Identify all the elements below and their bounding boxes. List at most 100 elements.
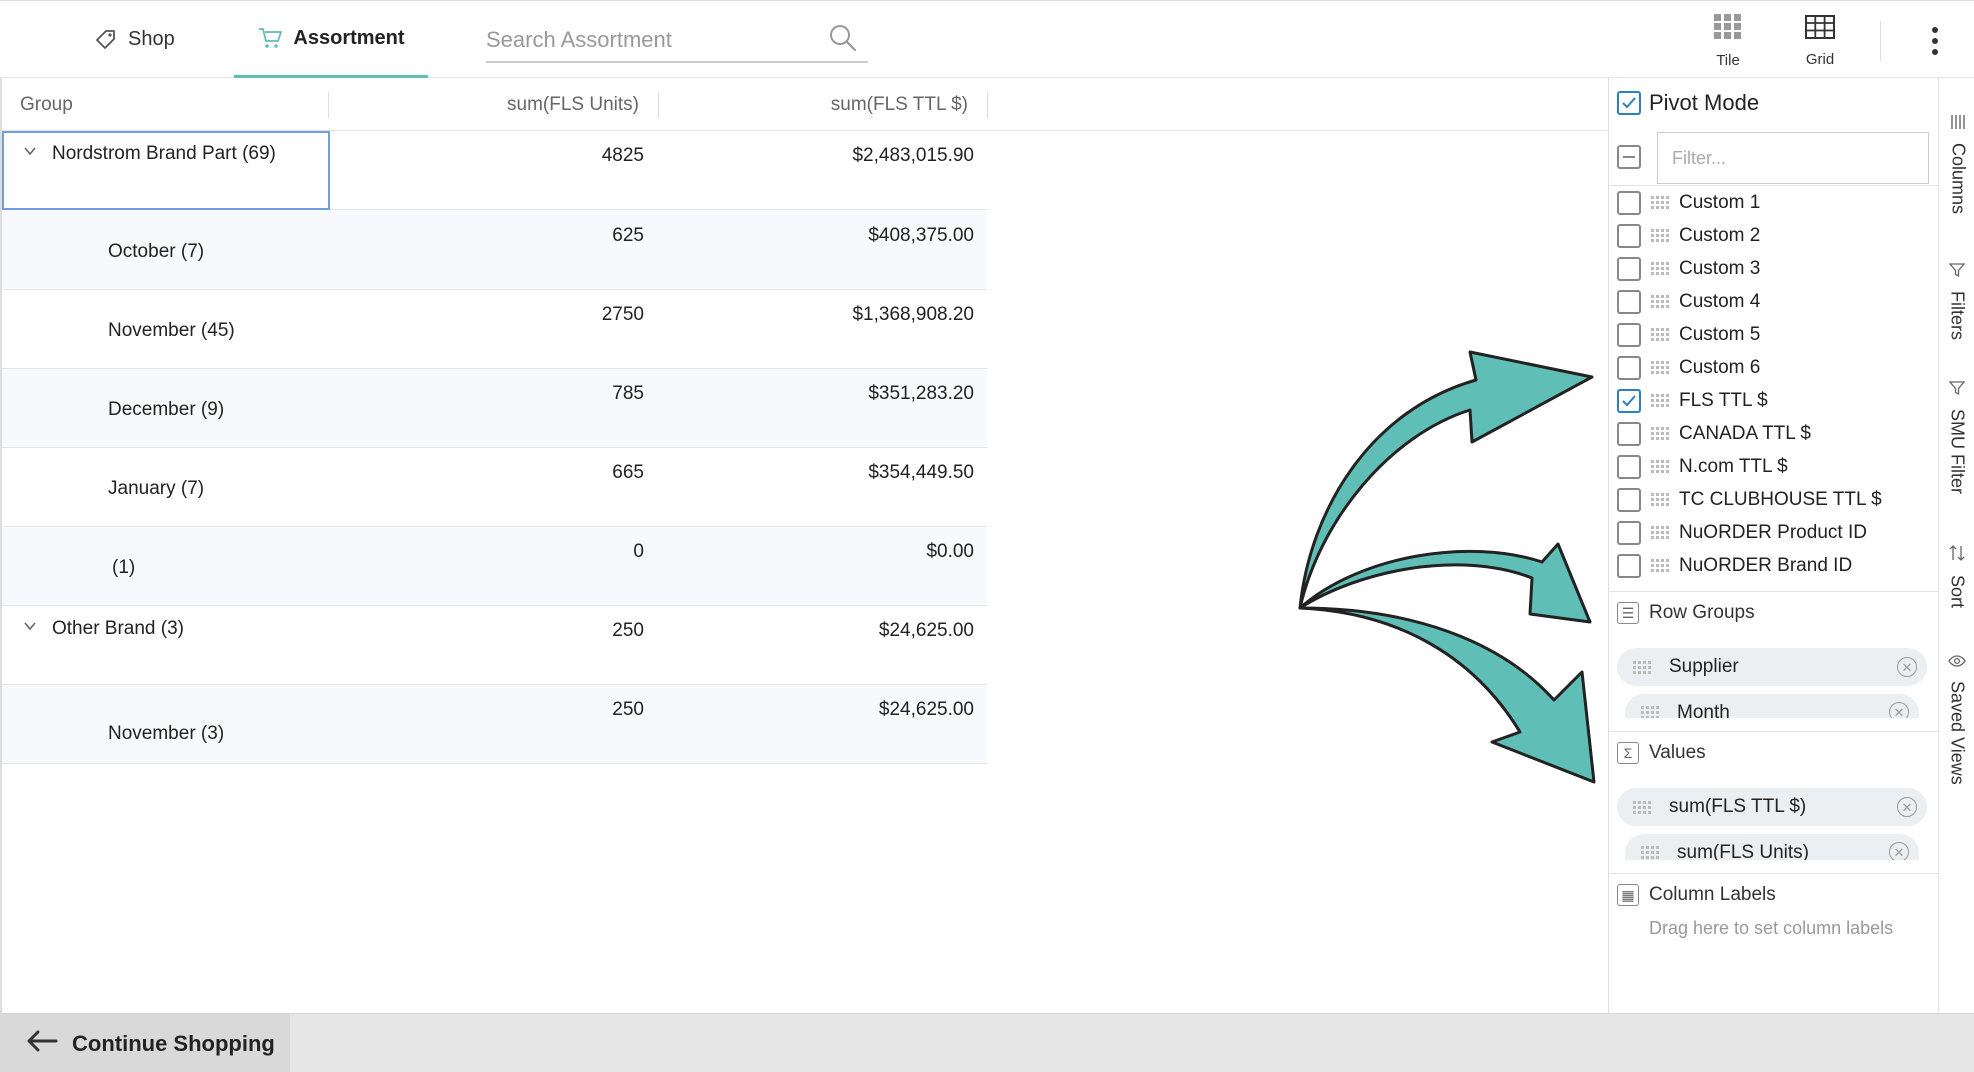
select-all-checkbox[interactable] [1617,145,1641,169]
search-input[interactable] [486,27,816,53]
drag-handle-icon[interactable] [1651,196,1669,209]
drag-handle-icon[interactable] [1651,361,1669,374]
remove-icon[interactable]: ✕ [1897,797,1917,817]
table-row[interactable]: November (3) 250 $24,625.00 [2,685,987,764]
column-checkbox[interactable] [1617,487,1641,512]
drag-handle-icon[interactable] [1651,460,1669,473]
side-tab-filters-label: Filters [1947,291,1968,340]
column-item-label: TC CLUBHOUSE TTL $ [1679,488,1882,510]
pivot-mode-checkbox[interactable] [1617,91,1641,115]
table-row[interactable]: December (9) 785 $351,283.20 [2,369,987,448]
chevron-down-icon[interactable] [22,143,38,165]
column-checkbox[interactable] [1617,421,1641,446]
column-checkbox[interactable] [1617,289,1641,314]
drag-handle-icon[interactable] [1651,262,1669,275]
column-list-item[interactable]: TC CLUBHOUSE TTL $ [1609,483,1939,516]
column-labels-drop-hint: Drag here to set column labels [1649,918,1894,938]
ttl-cell: $408,375.00 [868,225,974,246]
pivot-mode-toggle[interactable]: Pivot Mode [1617,90,1759,116]
column-labels-icon: ▦ [1617,884,1639,906]
units-cell: 4825 [601,145,644,166]
column-checkbox[interactable] [1617,520,1641,545]
drag-handle-icon[interactable] [1651,559,1669,572]
column-resize-handle[interactable] [658,92,659,118]
table-row[interactable]: (1) 0 $0.00 [2,527,987,606]
group-cell: Nordstrom Brand Part (69) [22,143,276,165]
table-row[interactable]: January (7) 665 $354,449.50 [2,448,987,527]
column-header-fls-units[interactable]: sum(FLS Units) [332,78,639,131]
side-tab-smu-filter-label: SMU Filter [1947,409,1968,494]
column-list-item[interactable]: Custom 2 [1609,219,1939,252]
chevron-down-icon[interactable] [22,618,38,640]
more-options-icon[interactable] [1920,23,1950,59]
column-filter-input[interactable] [1657,132,1929,184]
tab-assortment[interactable]: Assortment [234,1,428,78]
table-row[interactable]: Other Brand (3) 250 $24,625.00 [2,606,987,685]
column-resize-handle[interactable] [987,92,988,118]
drag-handle-icon[interactable] [1641,846,1659,859]
column-checkbox[interactable] [1617,190,1641,215]
drag-handle-icon[interactable] [1633,800,1651,814]
drag-handle-icon[interactable] [1651,328,1669,341]
group-label: November (3) [108,723,225,744]
drag-handle-icon[interactable] [1651,295,1669,308]
drag-handle-icon[interactable] [1651,493,1669,506]
column-checkbox[interactable] [1617,322,1641,347]
column-list-item[interactable]: NuORDER Brand ID [1609,549,1939,582]
side-tab-columns[interactable]: Columns [1939,107,1974,299]
drag-handle-icon[interactable] [1641,706,1659,718]
tag-icon [94,28,118,52]
column-list-item[interactable]: NuORDER Product ID [1609,516,1939,549]
table-row[interactable]: November (45) 2750 $1,368,908.20 [2,290,987,369]
column-list-item[interactable]: Custom 6 [1609,351,1939,384]
column-header-group[interactable]: Group [20,78,73,131]
search-icon[interactable] [828,23,858,58]
table-row[interactable]: Nordstrom Brand Part (69) 4825 $2,483,01… [2,131,987,210]
column-checkbox[interactable] [1617,553,1641,578]
column-list-item[interactable]: Custom 4 [1609,285,1939,318]
column-list-item[interactable]: FLS TTL $ [1609,384,1939,417]
column-resize-handle[interactable] [328,92,329,118]
column-header-fls-ttl[interactable]: sum(FLS TTL $) [662,78,968,131]
row-group-pill[interactable]: Supplier ✕ [1617,648,1927,686]
remove-icon[interactable]: ✕ [1897,657,1917,677]
columns-icon [1950,114,1966,135]
tile-view-button[interactable]: Tile [1698,11,1758,71]
app-window: Shop Assortment Tile Grid [0,0,1974,1072]
group-label: Nordstrom Brand Part (69) [52,143,276,164]
side-tab-filters[interactable]: Filters [1939,262,1974,340]
side-tab-sort[interactable]: Sort [1939,544,1974,608]
drag-handle-icon[interactable] [1651,526,1669,539]
pivot-mode-label: Pivot Mode [1649,90,1760,115]
column-checkbox[interactable] [1617,355,1641,380]
remove-icon[interactable]: ✕ [1889,842,1909,860]
table-row[interactable]: October (7) 625 $408,375.00 [2,211,987,290]
column-list-item[interactable]: Custom 1 [1609,186,1939,219]
side-tab-smu-filter[interactable]: SMU Filter [1939,380,1974,494]
tab-shop[interactable]: Shop [94,1,194,78]
group-cell: Other Brand (3) [22,618,184,640]
column-labels-section[interactable]: ▦ Column Labels Drag here to set column … [1609,873,1939,1013]
side-tab-saved-views[interactable]: Saved Views [1939,652,1974,785]
ttl-cell: $354,449.50 [868,462,974,483]
value-pill[interactable]: sum(FLS Units) ✕ [1625,834,1919,860]
column-checkbox[interactable] [1617,223,1641,248]
remove-icon[interactable]: ✕ [1889,702,1909,718]
column-checkbox[interactable] [1617,256,1641,281]
values-header: Σ Values [1617,742,1706,764]
grid-view-button[interactable]: Grid [1790,11,1850,71]
drag-handle-icon[interactable] [1633,660,1651,674]
drag-handle-icon[interactable] [1651,394,1669,407]
column-checkbox[interactable] [1617,454,1641,479]
value-label: sum(FLS TTL $) [1669,796,1807,817]
column-list-item[interactable]: CANADA TTL $ [1609,417,1939,450]
column-list-item[interactable]: Custom 5 [1609,318,1939,351]
value-pill[interactable]: sum(FLS TTL $) ✕ [1617,788,1927,826]
row-group-pill[interactable]: Month ✕ [1625,694,1919,718]
column-checkbox[interactable] [1617,388,1641,413]
column-list-item[interactable]: Custom 3 [1609,252,1939,285]
drag-handle-icon[interactable] [1651,427,1669,440]
column-list-item[interactable]: N.com TTL $ [1609,450,1939,483]
drag-handle-icon[interactable] [1651,229,1669,242]
continue-shopping-button[interactable]: Continue Shopping [0,1014,290,1072]
